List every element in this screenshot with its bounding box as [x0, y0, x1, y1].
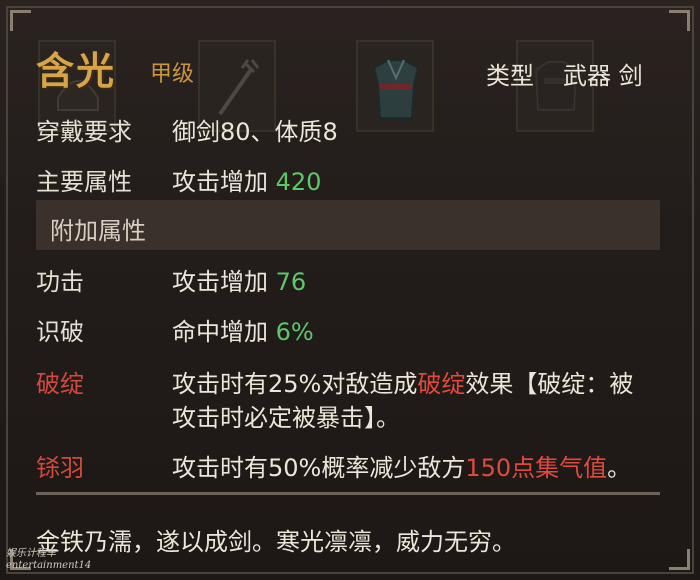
effect-text-line: 攻击时有50%概率减少敌方150点集气值。	[172, 448, 631, 483]
extra-attr-value: 76	[275, 268, 307, 296]
main-attr-value-wrap: 攻击增加 420	[172, 162, 321, 197]
flavor-text: 金铁乃濡，遂以成剑。寒光凛凛，威力无穷。	[36, 528, 516, 556]
requirements-label: 穿戴要求	[36, 118, 132, 146]
main-attr-label: 主要属性	[36, 168, 132, 196]
extra-attr-value-wrap: 命中增加 6%	[172, 312, 314, 347]
extra-attr-header: 附加属性	[36, 200, 660, 250]
effect-text-line1: 攻击时有25%对敌造成破绽效果【破绽：被	[172, 364, 633, 399]
item-grade: 甲级	[150, 62, 195, 87]
frame-corner	[669, 10, 690, 31]
watermark-line2: entertainment14	[6, 560, 92, 571]
item-type-label: 类型	[486, 62, 534, 90]
frame-corner	[669, 549, 690, 570]
effect-text: 效果【破绽：被	[465, 370, 634, 398]
divider	[36, 492, 660, 495]
extra-attr-prefix: 攻击增加	[172, 268, 268, 296]
extra-attr-prefix: 命中增加	[172, 318, 268, 346]
effect-highlight: 破绽	[417, 370, 466, 398]
watermark: 娱乐计程车 entertainment14	[6, 548, 91, 572]
main-attr-value: 420	[275, 168, 322, 196]
effect-text: 。	[607, 454, 632, 482]
staff-icon	[218, 59, 260, 116]
item-tooltip-panel: 含光 甲级 类型 武器 剑 穿戴要求 御剑80、体质8 主要属性 攻击增加 42…	[0, 0, 700, 580]
item-name: 含光	[36, 49, 117, 93]
requirements-value: 御剑80、体质8	[172, 118, 338, 146]
effect-text-line2: 攻击时必定被暴击】。	[172, 404, 400, 432]
main-attr-prefix: 攻击增加	[172, 168, 268, 196]
frame-corner	[10, 10, 31, 31]
effect-text: 攻击时有50%概率减少敌方	[172, 454, 466, 482]
extra-attr-value: 6%	[275, 318, 314, 346]
extra-attr-value-wrap: 攻击增加 76	[172, 262, 306, 297]
robe-icon	[372, 59, 420, 119]
effect-highlight: 150点集气值	[465, 454, 608, 482]
effect-label: 铩羽	[36, 454, 84, 482]
extra-attr-label: 识破	[36, 318, 84, 346]
item-type-value: 武器 剑	[563, 62, 643, 90]
effect-text: 攻击时有25%对敌造成	[172, 370, 418, 398]
extra-attr-title: 附加属性	[50, 217, 146, 245]
effect-label: 破绽	[36, 370, 84, 398]
extra-attr-label: 功击	[36, 268, 84, 296]
watermark-line1: 娱乐计程车	[6, 548, 56, 559]
equip-slot-robe	[356, 40, 434, 132]
